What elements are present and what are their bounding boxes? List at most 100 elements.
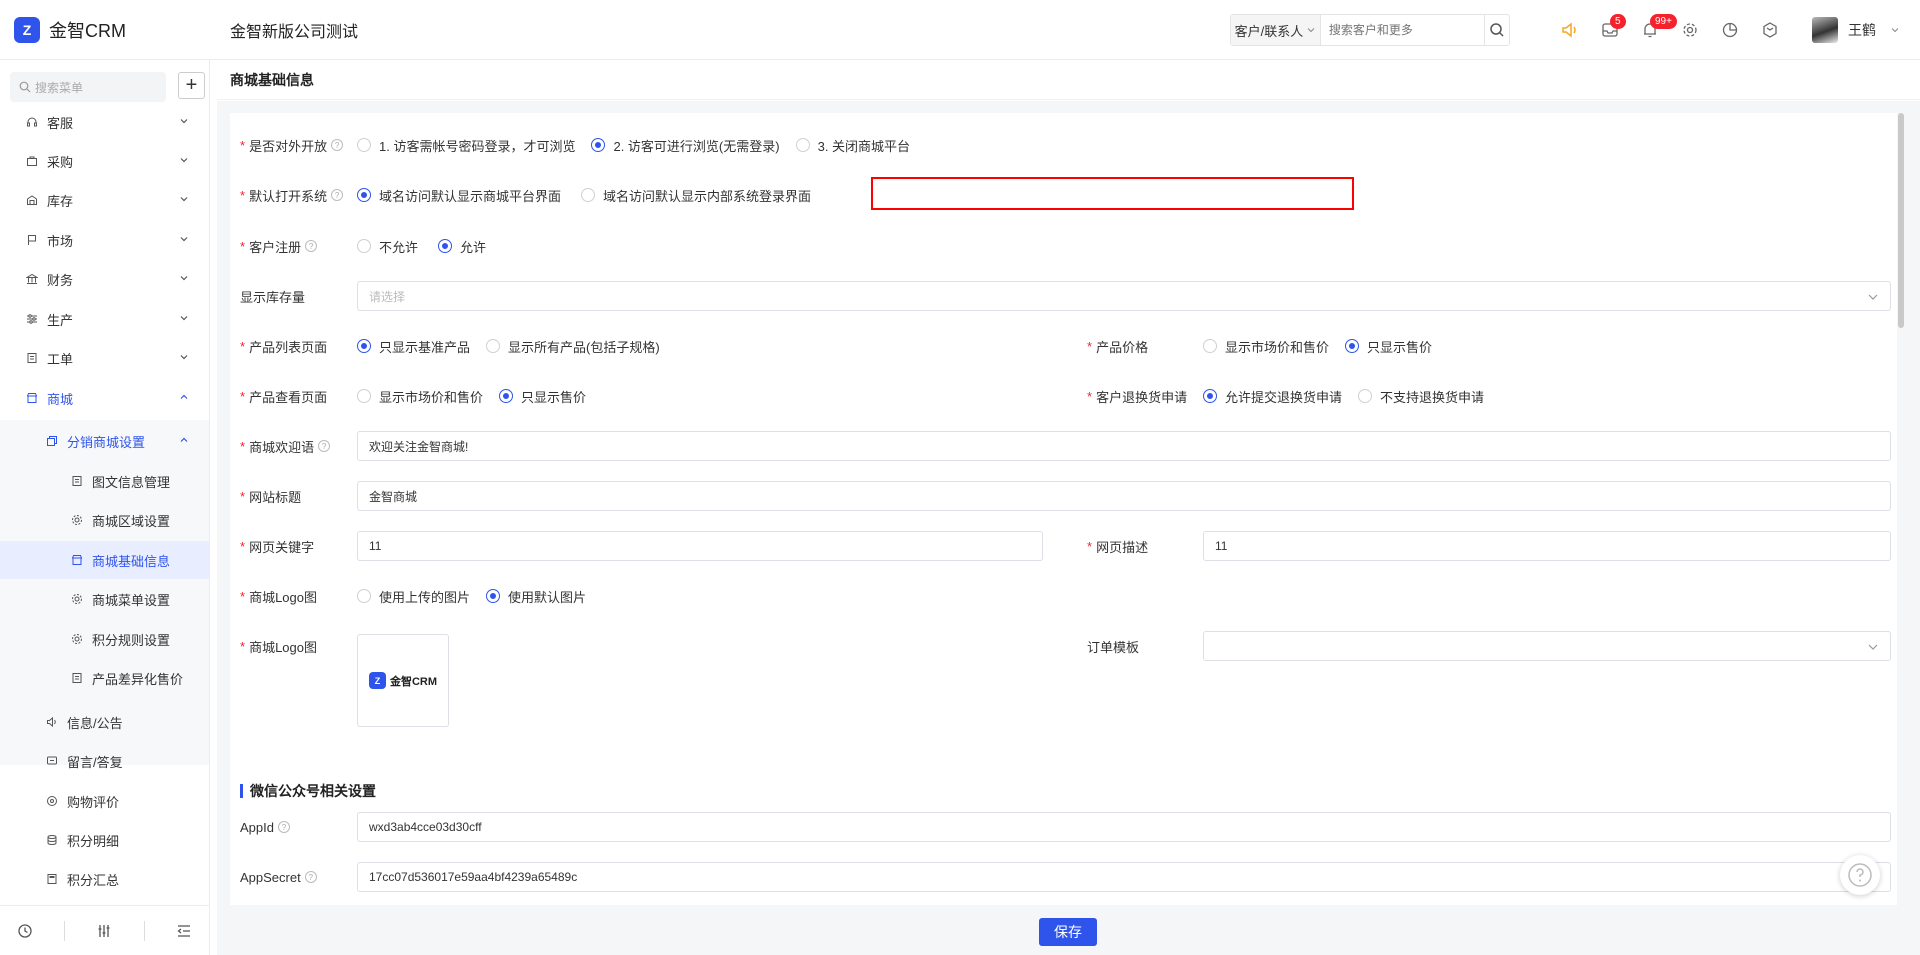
help-icon[interactable]: ?: [331, 189, 344, 201]
filter-settings-icon[interactable]: [94, 921, 114, 941]
option-label: 3. 关闭商城平台: [817, 138, 911, 154]
messages-button[interactable]: 5: [1590, 10, 1630, 50]
search-button[interactable]: [1483, 15, 1509, 45]
announcement-button[interactable]: [1550, 10, 1590, 50]
sidebar-item-label: 商城基础信息: [92, 553, 171, 569]
welcome-input[interactable]: 欢迎关注金智商城!: [357, 431, 1891, 461]
product-list-option-1[interactable]: 只显示基准产品: [357, 337, 470, 356]
warehouse-icon: [25, 193, 39, 207]
search-input[interactable]: [1320, 15, 1484, 45]
search-icon: [19, 81, 31, 93]
sidebar-item-basic-info[interactable]: 商城基础信息: [0, 541, 209, 579]
required-mark: *: [240, 187, 246, 203]
register-option-deny[interactable]: 不允许: [357, 237, 418, 256]
product-view-option-2[interactable]: 只显示售价: [499, 387, 586, 406]
reports-button[interactable]: [1710, 10, 1750, 50]
order-template-select[interactable]: [1203, 631, 1891, 661]
sidebar-item-ticket[interactable]: 工单: [0, 339, 209, 377]
settings-button[interactable]: [1670, 10, 1710, 50]
sidebar-item-diff-pricing[interactable]: 产品差异化售价: [0, 659, 209, 697]
sidebar-item-menu-settings[interactable]: 商城菜单设置: [0, 580, 209, 618]
radio-icon: [486, 589, 501, 603]
register-option-allow[interactable]: 允许: [438, 237, 486, 256]
sidebar-item-finance[interactable]: 财务: [0, 260, 209, 298]
stock-select[interactable]: 请选择: [357, 281, 1891, 311]
sidebar-item-mall[interactable]: 商城: [0, 379, 209, 417]
sidebar-item-points-summary[interactable]: 积分汇总: [0, 860, 209, 898]
sliders-icon: [25, 312, 39, 326]
sidebar-item-label: 留言/答复: [67, 754, 123, 770]
notifications-button[interactable]: 99+: [1630, 10, 1677, 50]
menu-search-input[interactable]: 搜索菜单: [10, 72, 166, 102]
appsecret-label: AppSecret?: [240, 862, 317, 892]
product-view-option-1[interactable]: 显示市场价和售价: [357, 387, 483, 406]
logo-icon: Z: [368, 672, 386, 689]
sidebar-item-service[interactable]: 客服: [0, 103, 209, 141]
sidebar-item-inventory[interactable]: 库存: [0, 181, 209, 219]
wechat-section-title: 微信公众号相关设置: [240, 781, 376, 801]
label-text: 默认打开系统: [249, 188, 328, 204]
shop-icon: [70, 553, 84, 567]
gear-icon: [70, 513, 84, 527]
add-menu-button[interactable]: +: [178, 72, 205, 99]
search-type-select[interactable]: 客户/联系人: [1231, 15, 1321, 45]
open-option-3[interactable]: 3. 关闭商城平台: [795, 136, 911, 155]
chevron-down-icon: [180, 237, 188, 242]
label-text: 客户退换货申请: [1096, 389, 1188, 405]
sidebar-item-announcements[interactable]: 信息/公告: [0, 703, 209, 741]
logo-mode-default[interactable]: 使用默认图片: [486, 587, 586, 606]
chevron-down-icon: [180, 119, 188, 124]
flag-icon: [25, 233, 39, 247]
sidebar-group-label: 分销商城设置: [67, 434, 146, 450]
review-icon: [45, 794, 59, 808]
default-system-option-2[interactable]: 域名访问默认显示内部系统登录界面: [581, 186, 811, 205]
sidebar-item-market[interactable]: 市场: [0, 221, 209, 259]
site-title-input[interactable]: 金智商城: [357, 481, 1891, 511]
history-icon[interactable]: [15, 921, 35, 941]
messages-badge: 5: [1610, 14, 1626, 29]
logo-mode-uploaded[interactable]: 使用上传的图片: [357, 587, 470, 606]
collapse-menu-icon[interactable]: [174, 921, 194, 941]
user-menu[interactable]: 王鹤: [1812, 17, 1900, 43]
apps-button[interactable]: [1750, 10, 1790, 50]
appsecret-input[interactable]: 17cc07d536017e59aa4bf4239a65489c: [357, 862, 1891, 892]
save-button[interactable]: 保存: [1039, 918, 1097, 946]
open-option-1[interactable]: 1. 访客需帐号密码登录，才可浏览: [357, 136, 575, 155]
logo-preview[interactable]: Z 金智CRM: [357, 634, 449, 727]
description-label: * 网页描述: [1087, 531, 1148, 561]
sidebar-item-production[interactable]: 生产: [0, 300, 209, 338]
sidebar-item-region[interactable]: 商城区域设置: [0, 501, 209, 539]
open-option-2[interactable]: 2. 访客可进行浏览(无需登录): [591, 136, 780, 155]
return-option-allow[interactable]: 允许提交退换货申请: [1203, 387, 1342, 406]
help-float-button[interactable]: [1840, 855, 1880, 895]
help-icon[interactable]: ?: [318, 440, 331, 452]
help-icon[interactable]: ?: [304, 871, 317, 883]
appid-input[interactable]: wxd3ab4cce03d30cff: [357, 812, 1891, 842]
sidebar-item-purchase[interactable]: 采购: [0, 142, 209, 180]
option-label: 只显示售价: [521, 389, 587, 405]
help-icon[interactable]: ?: [331, 139, 344, 151]
form-scrollbar[interactable]: [1897, 113, 1905, 905]
product-list-option-2[interactable]: 显示所有产品(包括子规格): [486, 337, 660, 356]
return-option-deny[interactable]: 不支持退换货申请: [1358, 387, 1484, 406]
help-icon[interactable]: ?: [277, 821, 290, 833]
sidebar-item-graphic-info[interactable]: 图文信息管理: [0, 462, 209, 500]
chevron-down-icon: [1868, 644, 1878, 650]
price-option-1[interactable]: 显示市场价和售价: [1203, 337, 1329, 356]
price-option-2[interactable]: 只显示售价: [1345, 337, 1432, 356]
sidebar-item-reviews[interactable]: 购物评价: [0, 782, 209, 820]
sidebar-group-distribution[interactable]: 分销商城设置: [0, 422, 209, 460]
scrollbar-thumb[interactable]: [1898, 113, 1904, 328]
default-system-option-1[interactable]: 域名访问默认显示商城平台界面: [357, 186, 561, 205]
sidebar-item-messages[interactable]: 留言/答复: [0, 742, 209, 780]
sidebar-item-points-rules[interactable]: 积分规则设置: [0, 620, 209, 658]
sidebar-item-label: 积分明细: [67, 833, 120, 849]
divider: [143, 920, 145, 941]
app-logo[interactable]: Z 金智CRM: [0, 16, 215, 43]
option-label: 只显示售价: [1367, 339, 1433, 355]
help-icon[interactable]: ?: [305, 240, 318, 252]
description-input[interactable]: 11: [1203, 531, 1891, 561]
sidebar-item-points-detail[interactable]: 积分明细: [0, 821, 209, 859]
keywords-input[interactable]: 11: [357, 531, 1043, 561]
document-icon: [70, 671, 84, 685]
